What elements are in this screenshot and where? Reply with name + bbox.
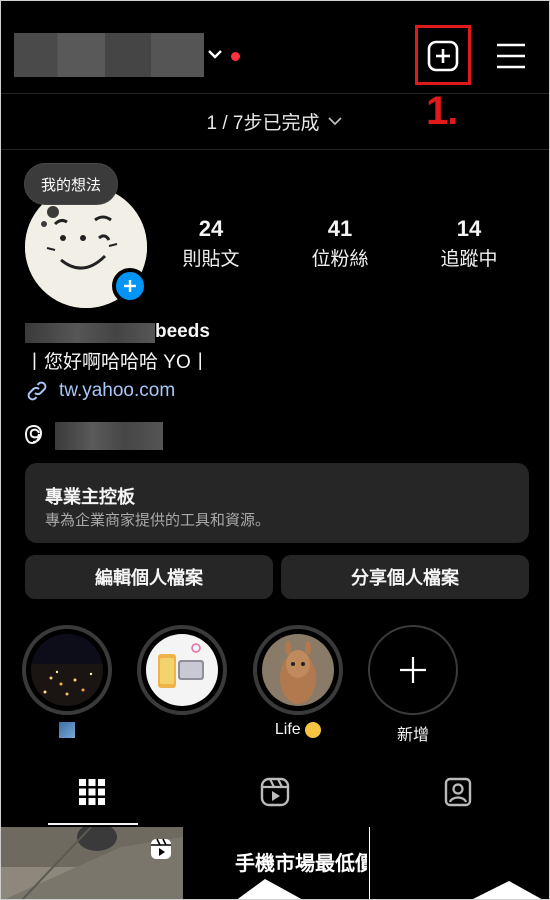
highlight-cover (31, 634, 103, 706)
posts-grid: 手機市場最低價 - (1, 827, 549, 899)
profile-tabs (1, 757, 549, 827)
chevron-down-icon[interactable] (207, 47, 223, 61)
plus-square-icon[interactable] (427, 40, 459, 72)
name-redacted (25, 323, 155, 343)
hamburger-menu-icon[interactable] (495, 41, 527, 71)
chevron-down-icon (328, 117, 343, 126)
profile-bio: 丨您好啊哈哈哈 YO丨 (25, 352, 210, 373)
dashboard-title: 專業主控板 (45, 487, 135, 507)
highlight-ring (253, 625, 343, 715)
note-tail (41, 221, 47, 227)
story-highlight[interactable] (22, 625, 112, 741)
stat-label: 則貼文 (182, 249, 240, 270)
picture-icon (59, 721, 75, 738)
story-highlight[interactable] (137, 625, 227, 741)
stat-label: 追蹤中 (440, 249, 498, 270)
post-thumbnail[interactable] (369, 827, 549, 899)
plus-icon (400, 657, 426, 683)
post-thumbnail[interactable]: 手機市場最低價 - (185, 827, 367, 899)
highlight-ring (368, 625, 458, 715)
reels-icon (151, 838, 171, 859)
threads-badge[interactable] (25, 422, 163, 450)
stat-label: 位粉絲 (311, 249, 369, 270)
post-graphic (237, 879, 302, 899)
post-thumbnail[interactable] (1, 827, 183, 899)
highlight-cover (262, 634, 334, 706)
share-profile-button[interactable]: 分享個人檔案 (281, 555, 529, 599)
highlight-label: Life (253, 721, 343, 741)
story-highlight[interactable]: Life (253, 625, 343, 741)
plus-icon (124, 280, 136, 292)
tab-reels[interactable] (184, 757, 366, 827)
threads-icon (25, 425, 43, 445)
annotation-box (415, 25, 471, 85)
stat-value: 14 (456, 216, 482, 241)
note-bubble[interactable]: 我的想法 (25, 164, 117, 204)
professional-dashboard[interactable]: 專業主控板 專為企業商家提供的工具和資源。 (25, 463, 529, 543)
tab-tagged[interactable] (367, 757, 549, 827)
dashboard-subtitle: 專為企業商家提供的工具和資源。 (45, 512, 271, 529)
edit-profile-button[interactable]: 編輯個人檔案 (25, 555, 273, 599)
add-story-button[interactable] (112, 268, 148, 304)
tab-posts-grid[interactable] (1, 757, 183, 827)
note-tail (47, 206, 59, 218)
new-highlight[interactable]: 新增 (368, 625, 458, 744)
stat-value: 24 (198, 216, 224, 241)
notification-dot (231, 52, 240, 61)
post-caption-text: 手機市場最低價 - (235, 853, 367, 875)
stat-followers[interactable]: 41 位粉絲 (290, 216, 390, 271)
stat-following[interactable]: 14 追蹤中 (419, 216, 519, 271)
highlight-label (22, 721, 112, 741)
highlight-label: 新增 (396, 727, 429, 744)
active-tab-indicator (48, 823, 138, 825)
highlight-cover (146, 634, 218, 706)
account-name-redacted[interactable] (14, 33, 204, 77)
divider (1, 149, 549, 150)
tagged-icon (444, 777, 472, 807)
stat-value: 41 (327, 216, 353, 241)
name-suffix: beeds (155, 321, 210, 342)
stat-posts[interactable]: 24 則貼文 (161, 216, 261, 271)
smiling-face-hearts-icon (305, 721, 322, 738)
threads-handle-redacted (55, 422, 163, 450)
link-icon (27, 381, 47, 401)
progress-text: 1 / 7步已完成 (206, 112, 320, 134)
profile-link[interactable]: tw.yahoo.com (25, 379, 175, 403)
top-bar: 1. (1, 1, 549, 133)
highlight-ring (137, 625, 227, 715)
link-text: tw.yahoo.com (59, 380, 176, 401)
highlight-ring (22, 625, 112, 715)
grid-icon (79, 779, 105, 805)
setup-progress[interactable]: 1 / 7步已完成 (1, 93, 549, 149)
post-image (369, 827, 549, 899)
app-screen: 1. 1 / 7步已完成 我的想法 24 則貼文 41 位粉絲 14 追蹤中 b… (0, 0, 550, 900)
reels-icon (260, 777, 290, 807)
highlight-label (137, 721, 227, 741)
